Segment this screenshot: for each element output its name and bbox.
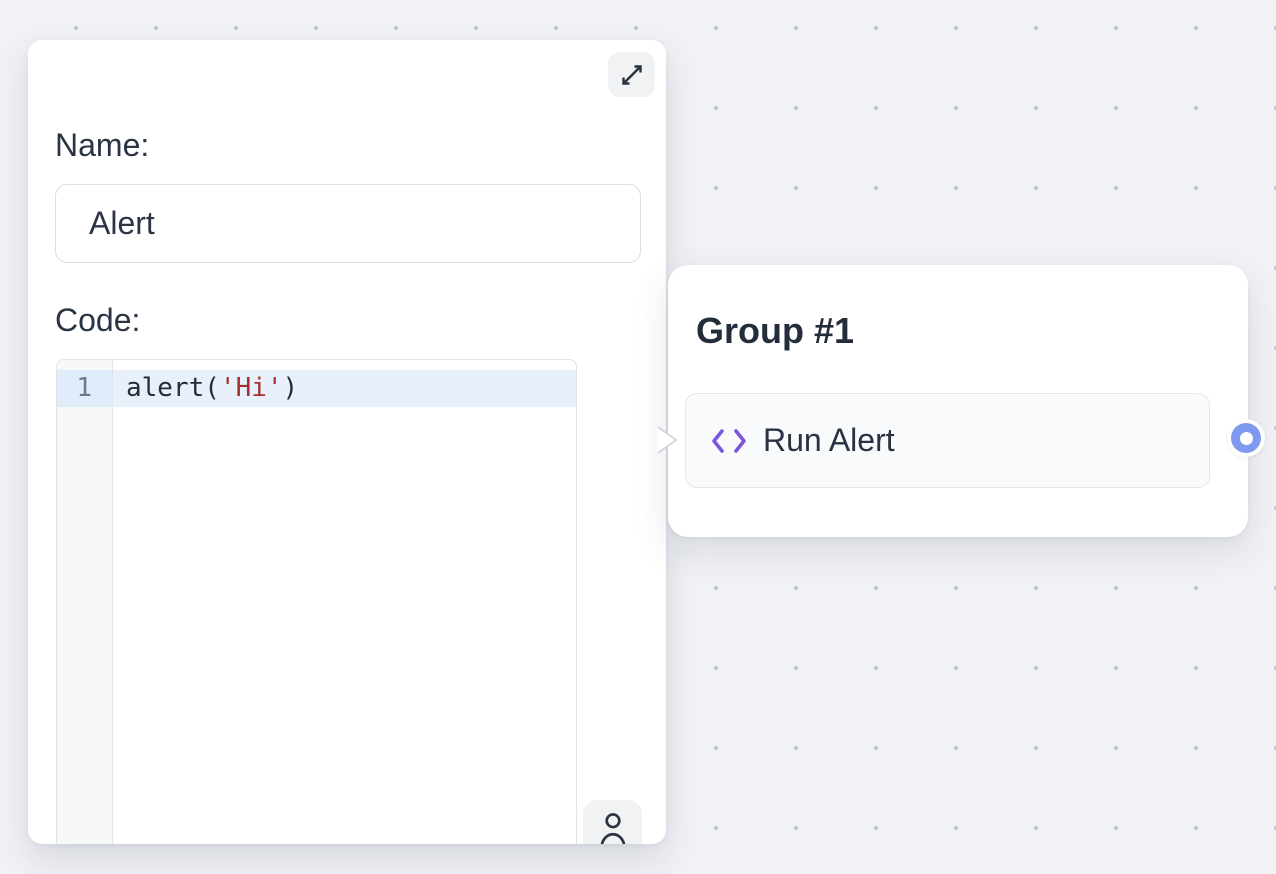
code-editor[interactable]: 1 alert('Hi') <box>56 359 577 844</box>
code-label: Code: <box>55 301 140 339</box>
code-token-plain: alert( <box>126 373 220 403</box>
expand-button[interactable] <box>608 52 655 97</box>
code-line: alert('Hi') <box>113 370 576 407</box>
run-alert-node[interactable]: Run Alert <box>685 393 1210 488</box>
connection-handle-ring <box>1231 423 1261 453</box>
node-label: Run Alert <box>763 422 895 459</box>
name-input[interactable] <box>55 184 641 263</box>
code-token-string: 'Hi' <box>220 373 283 403</box>
code-token-plain: ) <box>283 373 299 403</box>
flow-canvas[interactable]: Name: Code: 1 alert('Hi') Group #1 <box>0 0 1276 874</box>
connection-handle-hole <box>1240 432 1253 445</box>
code-icon <box>711 428 747 454</box>
line-number: 1 <box>57 370 112 407</box>
group-title: Group #1 <box>696 309 854 353</box>
node-editor-panel: Name: Code: 1 alert('Hi') <box>28 40 666 844</box>
group-node[interactable]: Group #1 Run Alert <box>668 265 1248 537</box>
code-content[interactable]: alert('Hi') <box>113 360 576 844</box>
user-button[interactable] <box>583 800 642 844</box>
chevron-right-icon <box>652 420 682 460</box>
expand-icon <box>618 61 646 89</box>
connection-handle[interactable] <box>1227 419 1265 457</box>
line-number-gutter: 1 <box>57 360 113 844</box>
person-icon <box>595 811 631 844</box>
name-label: Name: <box>55 126 149 164</box>
